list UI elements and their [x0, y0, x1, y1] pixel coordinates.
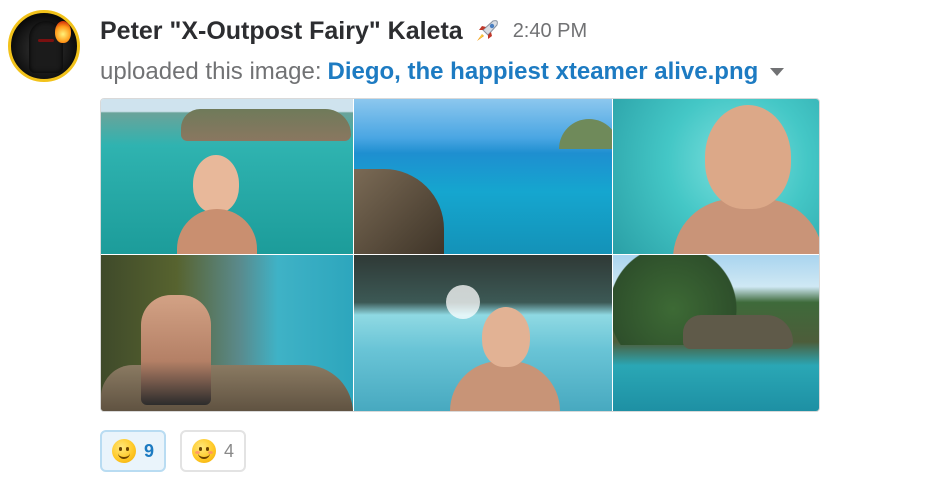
reaction-count: 9 — [144, 440, 155, 461]
cliff-shape — [354, 169, 444, 254]
chevron-down-icon[interactable] — [770, 68, 785, 76]
avatar[interactable] — [8, 10, 80, 82]
uploaded-image-collage[interactable] — [100, 98, 820, 412]
avatar-eyes — [38, 39, 54, 42]
reaction-blush[interactable]: 4 — [180, 430, 247, 472]
rocket-icon — [476, 20, 498, 41]
author-name[interactable]: Peter "X-Outpost Fairy" Kaleta — [100, 17, 463, 46]
photo-tile-3 — [613, 99, 819, 254]
file-link[interactable]: Diego, the happiest xteamer alive.png — [327, 58, 758, 86]
reactions-bar: 9 4 — [100, 430, 247, 472]
rock-shape — [101, 365, 353, 411]
blush-icon — [192, 439, 217, 463]
upload-prefix: uploaded this image: — [100, 58, 322, 85]
reaction-slightly-smiling-face[interactable]: 9 — [100, 430, 167, 472]
rock-shape — [683, 315, 793, 349]
rock-shape — [181, 109, 351, 141]
upload-line: uploaded this image: Diego, the happiest… — [100, 56, 785, 88]
avatar-flame — [55, 21, 71, 43]
sun-glare — [446, 285, 480, 319]
island-shape — [559, 119, 612, 149]
photo-tile-6 — [613, 255, 819, 411]
person-body — [177, 209, 257, 254]
timestamp[interactable]: 2:40 PM — [513, 20, 587, 43]
photo-tile-5 — [354, 255, 612, 411]
photo-tile-2 — [354, 99, 612, 254]
message-header: Peter "X-Outpost Fairy" Kaleta 2:40 PM — [100, 14, 587, 48]
reaction-count: 4 — [224, 440, 235, 461]
photo-tile-1 — [101, 99, 353, 254]
people-shape — [141, 295, 211, 405]
slightly-smiling-face-icon — [112, 439, 136, 463]
person-head — [482, 307, 530, 367]
photo-tile-4 — [101, 255, 353, 411]
person-head — [193, 155, 239, 213]
person-head — [705, 105, 791, 209]
person-body — [450, 361, 560, 411]
